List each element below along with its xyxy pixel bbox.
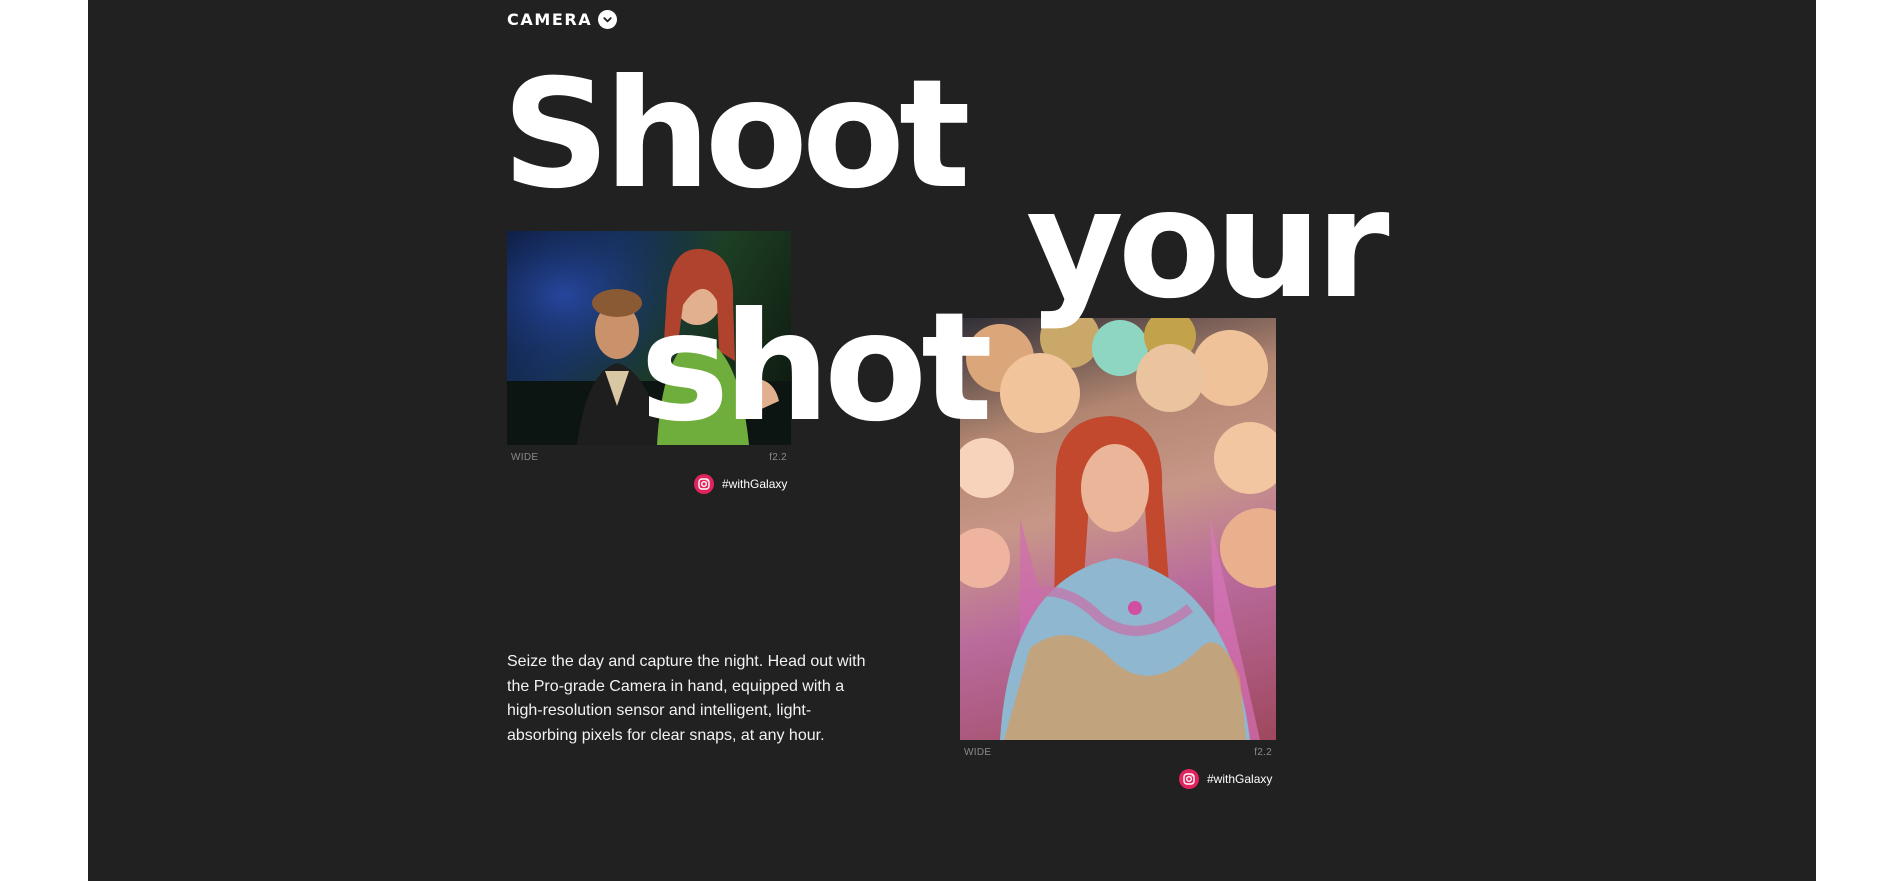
headline-word-shot: shot — [640, 281, 993, 455]
photo-2-aperture: f2.2 — [1254, 747, 1272, 758]
headline-word-shoot: Shoot — [502, 48, 971, 222]
sample-photo-balloon-selfie — [960, 318, 1276, 740]
photo-2-hashtag-link[interactable]: #withGalaxy — [1179, 769, 1272, 789]
section-label: CAMERA — [507, 10, 593, 29]
headline-word-your: your — [1026, 158, 1390, 332]
section-description: Seize the day and capture the night. Hea… — [507, 653, 866, 744]
instagram-icon — [1179, 769, 1199, 789]
photo-1-lens: WIDE — [511, 452, 539, 463]
photo-1-hashtag: #withGalaxy — [722, 477, 788, 491]
chevron-down-icon[interactable] — [598, 10, 618, 29]
section-eyebrow[interactable]: CAMERA — [507, 10, 618, 29]
photo-2-hashtag: #withGalaxy — [1207, 772, 1273, 786]
photo-1-hashtag-link[interactable]: #withGalaxy — [694, 474, 787, 494]
photo-2-meta: WIDE f2.2 — [964, 747, 1272, 758]
camera-section: CAMERA Shoot your shot WIDE f2.2 #withGa… — [88, 0, 1816, 881]
instagram-icon — [694, 474, 714, 494]
photo-2-lens: WIDE — [964, 747, 992, 758]
